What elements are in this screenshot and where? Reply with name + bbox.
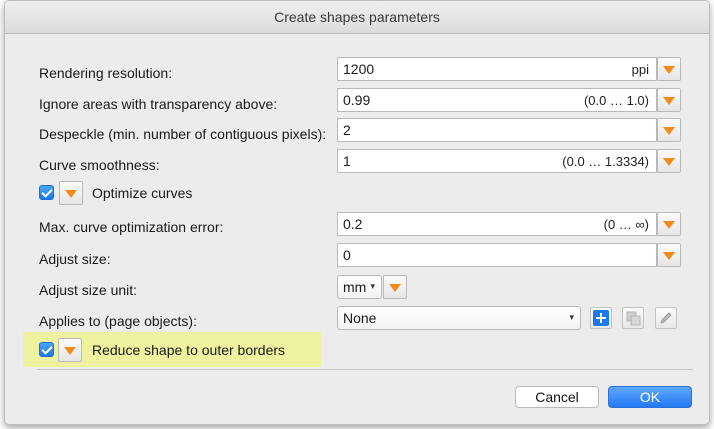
curve-smoothness-menu-button[interactable]: [657, 149, 681, 173]
curve-smoothness-label: Curve smoothness:: [39, 157, 160, 173]
adjust-size-unit-menu-button[interactable]: [383, 275, 407, 299]
adjust-size-input[interactable]: 0: [337, 243, 657, 267]
adjust-size-label: Adjust size:: [39, 251, 111, 267]
rendering-resolution-input[interactable]: 1200 ppi: [337, 57, 657, 81]
transparency-menu-button[interactable]: [657, 88, 681, 112]
applies-to-value: None: [343, 310, 377, 326]
applies-to-select[interactable]: None ▾: [337, 306, 581, 330]
edit-object-button[interactable]: [655, 307, 677, 329]
adjust-size-unit-select[interactable]: mm ▾: [337, 275, 382, 299]
divider: [37, 369, 693, 370]
add-object-button[interactable]: [590, 307, 612, 329]
duplicate-object-button[interactable]: [622, 307, 644, 329]
optimization-error-range: (0 … ∞): [603, 217, 649, 232]
curve-smoothness-value: 1: [343, 153, 351, 169]
rendering-resolution-value: 1200: [343, 61, 375, 77]
transparency-input[interactable]: 0.99 (0.0 … 1.0): [337, 88, 657, 112]
optimize-curves-menu-button[interactable]: [59, 181, 83, 205]
transparency-range: (0.0 … 1.0): [583, 93, 649, 108]
transparency-value: 0.99: [343, 92, 371, 108]
despeckle-label: Despeckle (min. number of contiguous pix…: [39, 126, 327, 142]
cancel-button[interactable]: Cancel: [515, 386, 599, 408]
optimize-curves-checkbox[interactable]: [39, 185, 54, 200]
optimize-curves-label: Optimize curves: [92, 185, 193, 201]
pencil-icon: [660, 312, 672, 324]
reduce-shape-checkbox[interactable]: [39, 342, 54, 357]
reduce-shape-menu-button[interactable]: [58, 338, 82, 362]
adjust-size-menu-button[interactable]: [657, 243, 681, 267]
adjust-size-unit-label: Adjust size unit:: [39, 282, 138, 298]
window-title: Create shapes parameters: [5, 1, 709, 34]
plus-icon: [593, 310, 609, 326]
despeckle-menu-button[interactable]: [657, 118, 681, 142]
optimization-error-value: 0.2: [343, 216, 363, 232]
despeckle-value: 2: [343, 122, 351, 138]
despeckle-input[interactable]: 2: [337, 118, 657, 142]
select-arrow-icon: ▾: [569, 312, 574, 322]
optimization-error-input[interactable]: 0.2 (0 … ∞): [337, 212, 657, 236]
rendering-resolution-label: Rendering resolution:: [39, 65, 173, 81]
dialog-window: Create shapes parameters Rendering resol…: [4, 0, 710, 425]
transparency-label: Ignore areas with transparency above:: [39, 96, 278, 112]
applies-to-label: Applies to (page objects):: [39, 313, 197, 329]
curve-smoothness-range: (0.0 … 1.3334): [562, 154, 649, 169]
optimization-error-label: Max. curve optimization error:: [39, 219, 224, 235]
adjust-size-unit-value: mm: [343, 279, 367, 295]
optimization-error-menu-button[interactable]: [657, 212, 681, 236]
reduce-shape-label: Reduce shape to outer borders: [92, 342, 286, 358]
copy-icon: [626, 311, 641, 326]
curve-smoothness-input[interactable]: 1 (0.0 … 1.3334): [337, 149, 657, 173]
select-arrow-icon: ▾: [370, 281, 375, 291]
rendering-resolution-unit: ppi: [631, 62, 649, 77]
rendering-resolution-menu-button[interactable]: [657, 57, 681, 81]
adjust-size-value: 0: [343, 247, 351, 263]
ok-button[interactable]: OK: [608, 386, 692, 408]
